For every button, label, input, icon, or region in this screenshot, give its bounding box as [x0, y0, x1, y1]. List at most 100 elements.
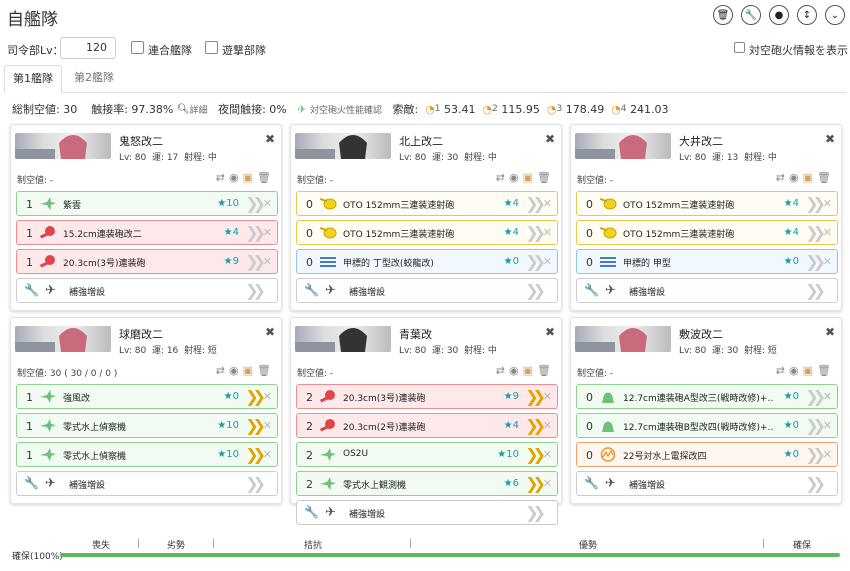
close-icon[interactable]: ✖ [545, 325, 555, 339]
equipment-slot[interactable]: 1 15.2cm連装砲改二 ★4 ❯❯ ✕ [16, 220, 278, 245]
ship-banner-image[interactable] [15, 133, 111, 159]
equipment-slot[interactable]: 2 零式水上観測機 ★6 ❯❯ ✕ [296, 471, 558, 496]
box-icon[interactable]: ▣ [523, 171, 537, 184]
ship-banner-image[interactable] [295, 326, 391, 352]
striking-force-checkbox[interactable] [205, 41, 218, 54]
proficiency-chevron-icon[interactable]: ❯❯ [805, 387, 826, 406]
trash-icon[interactable]: 🗑 [257, 364, 275, 377]
camera-icon[interactable]: ● [769, 5, 789, 25]
proficiency-chevron-icon[interactable]: ❯❯ [245, 416, 266, 435]
proficiency-chevron-icon[interactable]: ❯❯ [805, 445, 826, 464]
proficiency-chevron-icon[interactable]: ❯❯ [525, 252, 546, 271]
close-icon[interactable]: ✖ [825, 325, 835, 339]
improvement-level[interactable]: ★4 [784, 227, 799, 238]
improvement-level[interactable]: ★4 [224, 227, 239, 238]
sort-icon[interactable]: ↕ [797, 5, 817, 25]
improvement-level[interactable]: ★4 [504, 198, 519, 209]
admiral-level-input[interactable]: 120 [60, 37, 116, 59]
trash-icon[interactable]: 🗑 [817, 171, 835, 184]
trash-icon[interactable]: 🗑 [817, 364, 835, 377]
trash-icon[interactable]: 🗑 [713, 5, 733, 25]
eye-icon[interactable]: ◉ [789, 171, 803, 184]
improvement-level[interactable]: ★4 [504, 227, 519, 238]
improvement-level[interactable]: ★0 [784, 449, 799, 460]
proficiency-chevron-icon[interactable]: ❯❯ [805, 194, 826, 213]
equipment-slot[interactable]: 1 零式水上偵察機 ★10 ❯❯ ✕ [16, 413, 278, 438]
remove-icon[interactable]: ✕ [543, 197, 552, 210]
eye-icon[interactable]: ◉ [789, 364, 803, 377]
remove-icon[interactable]: ✕ [263, 390, 272, 403]
improvement-level[interactable]: ★10 [217, 449, 239, 460]
close-icon[interactable]: ✖ [825, 132, 835, 146]
ship-name[interactable]: 北上改二 [399, 133, 443, 149]
ship-name[interactable]: 青葉改 [399, 326, 432, 342]
extra-slot[interactable]: 🔧 ✈ 補強増設 ❯❯ [576, 471, 838, 496]
box-icon[interactable]: ▣ [803, 171, 817, 184]
box-icon[interactable]: ▣ [523, 364, 537, 377]
proficiency-chevron-icon[interactable]: ❯❯ [245, 223, 266, 242]
proficiency-chevron-icon[interactable]: ❯❯ [245, 252, 266, 271]
remove-icon[interactable]: ✕ [543, 448, 552, 461]
extra-slot[interactable]: 🔧 ✈ 補強増設 ❯❯ [576, 278, 838, 303]
remove-icon[interactable]: ✕ [543, 255, 552, 268]
improvement-level[interactable]: ★9 [224, 256, 239, 267]
equipment-slot[interactable]: 2 OS2U ★10 ❯❯ ✕ [296, 442, 558, 467]
remove-icon[interactable]: ✕ [543, 419, 552, 432]
improvement-level[interactable]: ★4 [784, 198, 799, 209]
proficiency-chevron-icon[interactable]: ❯❯ [525, 503, 546, 522]
ship-banner-image[interactable] [295, 133, 391, 159]
proficiency-chevron-icon[interactable]: ❯❯ [525, 445, 546, 464]
equipment-slot[interactable]: 0 OTO 152mm三連装速射砲 ★4 ❯❯ ✕ [296, 220, 558, 245]
box-icon[interactable]: ▣ [243, 171, 257, 184]
extra-slot[interactable]: 🔧 ✈ 補強増設 ❯❯ [296, 278, 558, 303]
improvement-level[interactable]: ★0 [784, 420, 799, 431]
remove-icon[interactable]: ✕ [263, 226, 272, 239]
remove-icon[interactable]: ✕ [263, 197, 272, 210]
swap-icon[interactable]: ⇄ [776, 364, 789, 377]
proficiency-chevron-icon[interactable]: ❯❯ [245, 474, 266, 493]
tab-fleet-1[interactable]: 第1艦隊 [4, 65, 62, 93]
remove-icon[interactable]: ✕ [823, 226, 832, 239]
box-icon[interactable]: ▣ [803, 364, 817, 377]
close-icon[interactable]: ✖ [545, 132, 555, 146]
proficiency-chevron-icon[interactable]: ❯❯ [805, 281, 826, 300]
proficiency-chevron-icon[interactable]: ❯❯ [805, 223, 826, 242]
remove-icon[interactable]: ✕ [823, 390, 832, 403]
trash-icon[interactable]: 🗑 [537, 364, 555, 377]
proficiency-chevron-icon[interactable]: ❯❯ [525, 281, 546, 300]
ship-banner-image[interactable] [575, 133, 671, 159]
swap-icon[interactable]: ⇄ [216, 171, 229, 184]
aa-check-link[interactable]: 対空砲火性能確認 [310, 103, 382, 116]
improvement-level[interactable]: ★0 [504, 256, 519, 267]
improvement-level[interactable]: ★4 [504, 420, 519, 431]
equipment-slot[interactable]: 2 20.3cm(3号)連装砲 ★9 ❯❯ ✕ [296, 384, 558, 409]
proficiency-chevron-icon[interactable]: ❯❯ [805, 252, 826, 271]
extra-slot[interactable]: 🔧 ✈ 補強増設 ❯❯ [296, 500, 558, 525]
remove-icon[interactable]: ✕ [823, 448, 832, 461]
proficiency-chevron-icon[interactable]: ❯❯ [805, 416, 826, 435]
improvement-level[interactable]: ★6 [504, 478, 519, 489]
proficiency-chevron-icon[interactable]: ❯❯ [525, 223, 546, 242]
eye-icon[interactable]: ◉ [509, 364, 523, 377]
remove-icon[interactable]: ✕ [823, 255, 832, 268]
proficiency-chevron-icon[interactable]: ❯❯ [245, 387, 266, 406]
extra-slot[interactable]: 🔧 ✈ 補強増設 ❯❯ [16, 471, 278, 496]
close-icon[interactable]: ✖ [265, 325, 275, 339]
ship-name[interactable]: 鬼怒改二 [119, 133, 163, 149]
remove-icon[interactable]: ✕ [543, 390, 552, 403]
tab-fleet-2[interactable]: 第2艦隊 [66, 65, 122, 93]
combined-fleet-checkbox[interactable] [131, 41, 144, 54]
eye-icon[interactable]: ◉ [229, 364, 243, 377]
improvement-level[interactable]: ★10 [217, 198, 239, 209]
search-icon[interactable]: 🔍︎ [177, 104, 190, 115]
swap-icon[interactable]: ⇄ [776, 171, 789, 184]
proficiency-chevron-icon[interactable]: ❯❯ [525, 194, 546, 213]
chevron-down-icon[interactable]: ⌄ [825, 5, 845, 25]
ship-banner-image[interactable] [15, 326, 111, 352]
equipment-slot[interactable]: 0 OTO 152mm三連装速射砲 ★4 ❯❯ ✕ [576, 191, 838, 216]
remove-icon[interactable]: ✕ [823, 197, 832, 210]
swap-icon[interactable]: ⇄ [496, 171, 509, 184]
equipment-slot[interactable]: 1 20.3cm(3号)連装砲 ★9 ❯❯ ✕ [16, 249, 278, 274]
trash-icon[interactable]: 🗑 [537, 171, 555, 184]
swap-icon[interactable]: ⇄ [216, 364, 229, 377]
